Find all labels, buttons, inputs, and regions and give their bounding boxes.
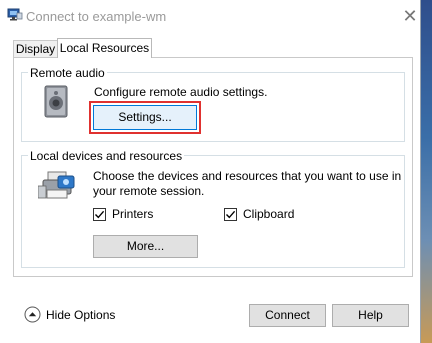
settings-button[interactable]: Settings... [93,105,197,130]
remote-desktop-icon [7,8,23,22]
hide-options-icon[interactable] [24,306,41,323]
desktop-background-strip [421,0,432,343]
tab-local-resources[interactable]: Local Resources [57,38,152,58]
remote-audio-group [21,72,405,142]
printers-checkbox[interactable] [93,208,106,221]
printers-label[interactable]: Printers [112,207,153,221]
local-devices-description-line1: Choose the devices and resources that yo… [93,169,402,183]
local-resources-panel: Remote audio Configure remote audio sett… [13,57,413,277]
rdp-dialog-window: Connect to example-wm ✕ Display Local Re… [0,0,421,343]
hide-options-label[interactable]: Hide Options [46,308,115,322]
more-button[interactable]: More... [93,235,198,258]
clipboard-label[interactable]: Clipboard [243,207,294,221]
help-button[interactable]: Help [332,304,409,327]
window-title: Connect to example-wm [26,9,167,24]
close-icon[interactable]: ✕ [400,6,420,26]
local-devices-description-line2: your remote session. [93,184,205,198]
connect-button[interactable]: Connect [249,304,326,327]
clipboard-checkbox[interactable] [224,208,237,221]
remote-audio-group-label: Remote audio [28,66,107,80]
title-bar: Connect to example-wm ✕ [0,0,420,33]
tab-display[interactable]: Display [13,40,58,57]
devices-icon [37,170,78,202]
remote-audio-description: Configure remote audio settings. [94,85,268,99]
local-devices-group-label: Local devices and resources [28,149,185,163]
speaker-icon [42,85,72,119]
